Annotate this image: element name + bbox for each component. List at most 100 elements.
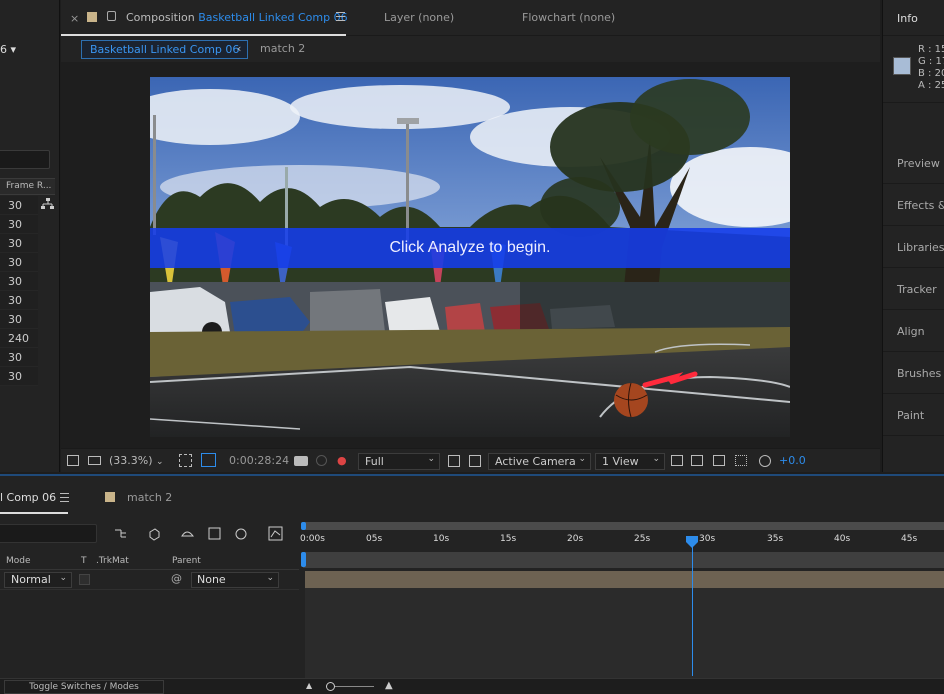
composition-viewer[interactable]: Click Analyze to begin. [61, 62, 880, 448]
current-time-display[interactable]: 0:00:28:24 [229, 454, 289, 467]
frame-blending-icon[interactable] [207, 526, 222, 541]
ruler-label: 0:00s [300, 534, 325, 544]
timeline-icon[interactable] [713, 455, 725, 466]
graph-editor-icon[interactable] [268, 526, 283, 541]
frame-rate-cell: 30 [0, 272, 38, 291]
footage-frame[interactable]: Click Analyze to begin. [150, 77, 790, 437]
close-tab-icon[interactable]: × [70, 12, 79, 25]
project-panel: 6 ▾ Frame R... 30 30 30 30 30 30 30 240 … [0, 0, 60, 472]
chevron-down-icon: ⌄ [427, 454, 435, 464]
toggle-pixel-aspect-icon[interactable] [671, 455, 683, 466]
timeline-search-input[interactable] [0, 524, 97, 543]
panel-menu-icon[interactable] [336, 12, 345, 21]
tracker-panel-tab[interactable]: Tracker [883, 268, 944, 310]
preserve-transparency-checkbox[interactable] [79, 574, 90, 585]
toggle-switches-modes-button[interactable]: Toggle Switches / Modes [4, 680, 164, 694]
playhead-line[interactable] [692, 538, 693, 676]
show-snapshot-icon[interactable] [316, 455, 327, 466]
comp-flowchart-icon[interactable] [735, 455, 747, 466]
view-layout-dropdown[interactable]: 1 View ⌄ [595, 453, 665, 470]
shy-layers-icon[interactable] [180, 526, 195, 541]
frame-rate-cell: 30 [0, 291, 38, 310]
blend-mode-dropdown[interactable]: Normal ⌄ [4, 572, 72, 588]
layer-tab[interactable]: Layer (none) [384, 11, 454, 24]
frame-rate-cell: 30 [0, 196, 38, 215]
frame-rate-column-header[interactable]: Frame R... [0, 178, 55, 195]
magnification-dropdown[interactable]: (33.3%) ⌄ [109, 454, 164, 467]
draft-3d-icon[interactable] [146, 526, 161, 541]
time-ruler[interactable]: 0:00s 05s 10s 15s 20s 25s 30s 35s 40s 45… [300, 530, 944, 552]
fast-previews-icon[interactable] [691, 455, 703, 466]
ruler-label: 40s [834, 534, 851, 544]
breadcrumb-active-comp[interactable]: Basketball Linked Comp 06 [81, 40, 249, 59]
info-tab[interactable]: Info [897, 12, 918, 25]
info-color-swatch [893, 57, 911, 75]
breadcrumb-match-comp[interactable]: match 2 [260, 42, 305, 55]
work-area-start-handle[interactable] [301, 522, 306, 530]
timeline-comp-tab[interactable]: l Comp 06 [0, 491, 56, 504]
mask-visibility-icon[interactable] [201, 453, 216, 467]
layer-duration-bar[interactable] [305, 571, 944, 588]
flowchart-tab[interactable]: Flowchart (none) [522, 11, 615, 24]
project-comp-dropdown[interactable]: 6 ▾ [0, 43, 16, 56]
parent-pickwhip-icon[interactable]: @ [171, 572, 182, 585]
composition-tab-prefix: Composition [126, 11, 195, 24]
composition-panel: × Composition Basketball Linked Comp 06 … [61, 0, 880, 472]
channel-rgb-icon[interactable]: ● [337, 454, 347, 467]
zoom-slider-handle[interactable] [326, 682, 335, 691]
effects-presets-panel-tab[interactable]: Effects & P [883, 184, 944, 226]
region-of-interest-icon[interactable] [448, 455, 460, 467]
align-panel-tab[interactable]: Align [883, 310, 944, 352]
timeline-graph-area[interactable]: 0:00s 05s 10s 15s 20s 25s 30s 35s 40s 45… [300, 514, 944, 694]
ruler-label: 35s [767, 534, 784, 544]
right-panels: Info R : 15 G : 17 B : 20 A : 25 Preview… [882, 0, 944, 472]
work-area-bar[interactable] [303, 522, 944, 530]
comp-breadcrumb: Basketball Linked Comp 06 ‹ match 2 [61, 38, 880, 62]
breadcrumb-arrow-icon[interactable]: ‹ [237, 42, 241, 55]
frame-rate-cell: 30 [0, 215, 38, 234]
lock-icon[interactable] [107, 11, 116, 21]
composition-tab[interactable]: Composition Basketball Linked Comp 06 [126, 11, 348, 24]
resolution-value: Full [365, 455, 384, 468]
libraries-panel-tab[interactable]: Libraries [883, 226, 944, 268]
active-tab-underline [61, 34, 346, 36]
playhead-marker[interactable] [686, 536, 698, 548]
flowchart-icon[interactable] [41, 198, 54, 210]
snapshot-camera-icon[interactable] [294, 456, 308, 466]
monitor-icon[interactable] [88, 456, 101, 465]
ruler-label: 45s [901, 534, 918, 544]
frame-rate-cell: 30 [0, 234, 38, 253]
blend-mode-value: Normal [11, 573, 51, 586]
parent-column-header[interactable]: Parent [172, 556, 201, 566]
zoom-out-icon[interactable]: ▲ [306, 681, 312, 690]
layer-row[interactable]: Normal ⌄ @ None ⌄ [0, 570, 299, 590]
parent-dropdown[interactable]: None ⌄ [191, 572, 279, 588]
info-blue: B : 20 [918, 68, 944, 79]
info-alpha: A : 25 [918, 80, 944, 91]
zoom-in-icon[interactable]: ▲ [385, 680, 393, 691]
brushes-panel-tab[interactable]: Brushes [883, 352, 944, 394]
safe-margins-icon[interactable] [179, 454, 192, 467]
reset-exposure-icon[interactable] [759, 455, 771, 467]
t-column-header[interactable]: T [81, 556, 87, 566]
ruler-label: 20s [567, 534, 584, 544]
composition-tab-name: Basketball Linked Comp 06 [198, 11, 348, 24]
chevron-down-icon: ⌄ [652, 454, 660, 464]
layer-in-point-handle[interactable] [301, 552, 306, 567]
timeline-match-tab[interactable]: match 2 [127, 491, 172, 504]
trkmat-column-header[interactable]: .TrkMat [96, 556, 129, 566]
resolution-dropdown[interactable]: Full ⌄ [358, 453, 440, 470]
project-search-input[interactable] [0, 150, 50, 169]
transparency-grid-icon[interactable] [469, 455, 481, 467]
timeline-menu-icon[interactable] [60, 493, 69, 502]
exposure-value[interactable]: +0.0 [779, 454, 806, 467]
paint-panel-tab[interactable]: Paint [883, 394, 944, 436]
comp-mini-flowchart-icon[interactable] [113, 526, 128, 541]
always-preview-icon[interactable] [67, 455, 79, 466]
mode-column-header[interactable]: Mode [6, 556, 31, 566]
parent-value: None [197, 573, 226, 586]
chevron-down-icon: ⌄ [578, 454, 586, 464]
motion-blur-icon[interactable] [233, 526, 248, 541]
preview-panel-tab[interactable]: Preview [883, 142, 944, 184]
camera-dropdown[interactable]: Active Camera ⌄ [488, 453, 591, 470]
